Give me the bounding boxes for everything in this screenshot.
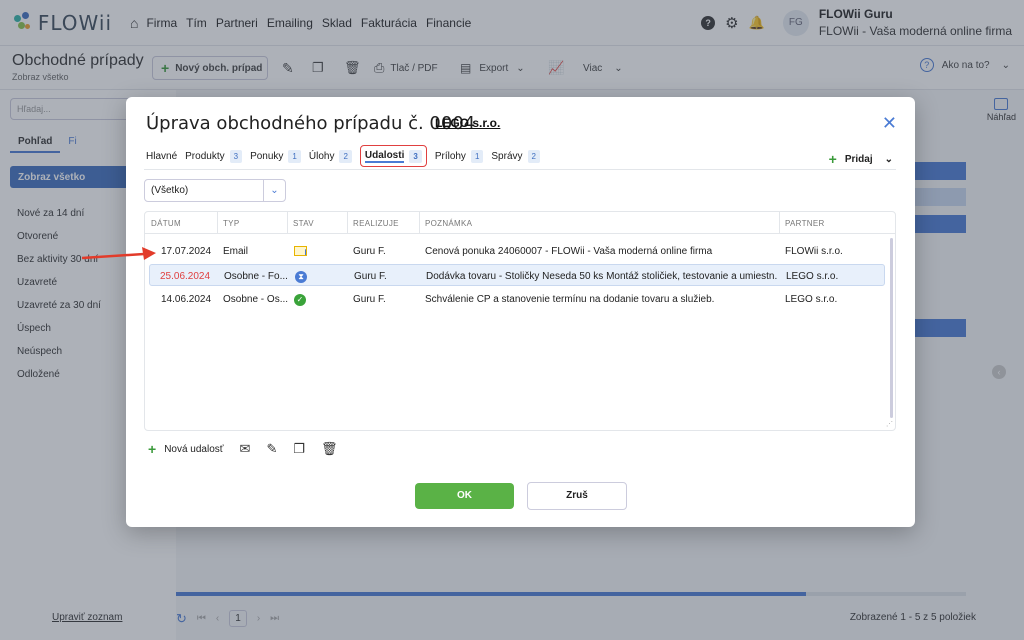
cell-date: 17.07.2024: [161, 246, 212, 257]
dialog-title: Úprava obchodného prípadu č. 0004: [146, 113, 476, 134]
column-separator[interactable]: [419, 212, 420, 234]
copy-icon[interactable]: ❐: [293, 441, 305, 457]
count-badge: 3: [229, 149, 243, 163]
column-header-note[interactable]: POZNÁMKA: [425, 219, 472, 228]
count-badge: 2: [527, 149, 540, 163]
count-badge: 1: [288, 149, 301, 163]
plus-icon: +: [828, 151, 837, 167]
trash-icon[interactable]: 🗑: [321, 441, 338, 457]
event-filter-select[interactable]: (Všetko) ⌄: [144, 179, 286, 202]
event-actions: + Nová udalosť ✉ ✎ ❐ 🗑: [148, 441, 338, 457]
cell-note: Cenová ponuka 24060007 - FLOWii - Vaša m…: [425, 246, 713, 257]
tab-label: Produkty: [185, 150, 225, 162]
pencil-icon[interactable]: ✎: [266, 441, 277, 457]
tab-main[interactable]: Hlavné: [146, 145, 177, 167]
column-separator[interactable]: [287, 212, 288, 234]
vertical-scrollbar[interactable]: [890, 238, 893, 418]
cell-date: 14.06.2024: [161, 294, 212, 305]
email-sent-icon: [294, 246, 307, 256]
table-row[interactable]: 14.06.2024 Osobne - Os... ✓ Guru F. Schv…: [145, 288, 885, 310]
chevron-down-icon: ⌄: [884, 153, 893, 165]
tab-tasks[interactable]: Úlohy 2: [309, 145, 352, 167]
tab-label: Prílohy: [434, 150, 466, 162]
close-icon[interactable]: ✕: [882, 113, 897, 134]
tab-label: Hlavné: [146, 150, 178, 162]
tabs-divider: [144, 169, 896, 170]
cell-partner: FLOWii s.r.o.: [785, 246, 843, 257]
column-header-status[interactable]: STAV: [293, 219, 314, 228]
cell-performed-by: Guru F.: [353, 246, 386, 257]
tab-events[interactable]: Udalosti 3: [359, 145, 427, 167]
checkmark-icon: ✓: [294, 294, 306, 306]
column-separator[interactable]: [347, 212, 348, 234]
column-separator[interactable]: [217, 212, 218, 234]
dialog-partner-link[interactable]: LEGO s.r.o.: [435, 116, 500, 130]
column-header-type[interactable]: TYP: [223, 219, 239, 228]
tab-label: Úlohy: [308, 150, 335, 162]
tab-label: Správy: [491, 150, 523, 162]
tab-offers[interactable]: Ponuky 1: [250, 145, 301, 167]
cell-partner: LEGO s.r.o.: [786, 271, 839, 282]
ok-button[interactable]: OK: [415, 483, 514, 509]
cell-type: Osobne - Fo...: [224, 271, 288, 282]
table-row[interactable]: 25.06.2024 Osobne - Fo... ⧗ Guru F. Dodá…: [149, 264, 885, 286]
column-header-date[interactable]: DÁTUM: [151, 219, 181, 228]
cell-type: Osobne - Os...: [223, 294, 289, 305]
add-button[interactable]: + Pridaj ⌄: [829, 151, 893, 167]
column-separator[interactable]: [779, 212, 780, 234]
new-event-label: Nová udalosť: [164, 443, 224, 455]
cancel-button[interactable]: Zruš: [527, 482, 627, 510]
plus-icon: +: [148, 441, 157, 457]
tab-products[interactable]: Produkty 3: [185, 145, 243, 167]
cell-performed-by: Guru F.: [354, 271, 387, 282]
tab-label: Ponuky: [250, 150, 284, 162]
count-badge: 2: [339, 149, 352, 163]
tab-label: Udalosti: [364, 149, 405, 163]
events-table: DÁTUM TYP STAV REALIZUJE POZNÁMKA PARTNE…: [144, 211, 896, 431]
cell-date: 25.06.2024: [160, 271, 211, 282]
dialog-tabs: Hlavné Produkty 3 Ponuky 1 Úlohy 2 Udalo…: [146, 143, 548, 169]
add-label: Pridaj: [844, 153, 873, 165]
resize-handle-icon[interactable]: ⋰: [886, 420, 893, 428]
edit-case-dialog: Úprava obchodného prípadu č. 0004 LEGO s…: [126, 97, 915, 527]
count-badge: 1: [470, 149, 484, 163]
cell-note: Dodávka tovaru - Stoličky Neseda 50 ks M…: [426, 271, 778, 282]
new-event-button[interactable]: + Nová udalosť: [148, 441, 224, 457]
column-header-performed-by[interactable]: REALIZUJE: [353, 219, 399, 228]
column-header-partner[interactable]: PARTNER: [785, 219, 825, 228]
cell-performed-by: Guru F.: [353, 294, 386, 305]
filter-value: (Všetko): [151, 185, 189, 196]
annotation-arrow-icon: [81, 247, 156, 260]
cell-type: Email: [223, 246, 249, 257]
cell-note: Schválenie CP a stanovenie termínu na do…: [425, 294, 715, 305]
table-header: DÁTUM TYP STAV REALIZUJE POZNÁMKA PARTNE…: [145, 212, 895, 234]
hourglass-icon: ⧗: [295, 271, 307, 283]
cell-partner: LEGO s.r.o.: [785, 294, 838, 305]
table-row[interactable]: 17.07.2024 Email Guru F. Cenová ponuka 2…: [145, 240, 885, 262]
tab-messages[interactable]: Správy 2: [491, 145, 540, 167]
count-badge: 3: [409, 149, 422, 163]
chevron-down-icon: ⌄: [263, 180, 285, 201]
envelope-icon[interactable]: ✉: [240, 441, 251, 457]
tab-attachments[interactable]: Prílohy 1: [435, 145, 484, 167]
